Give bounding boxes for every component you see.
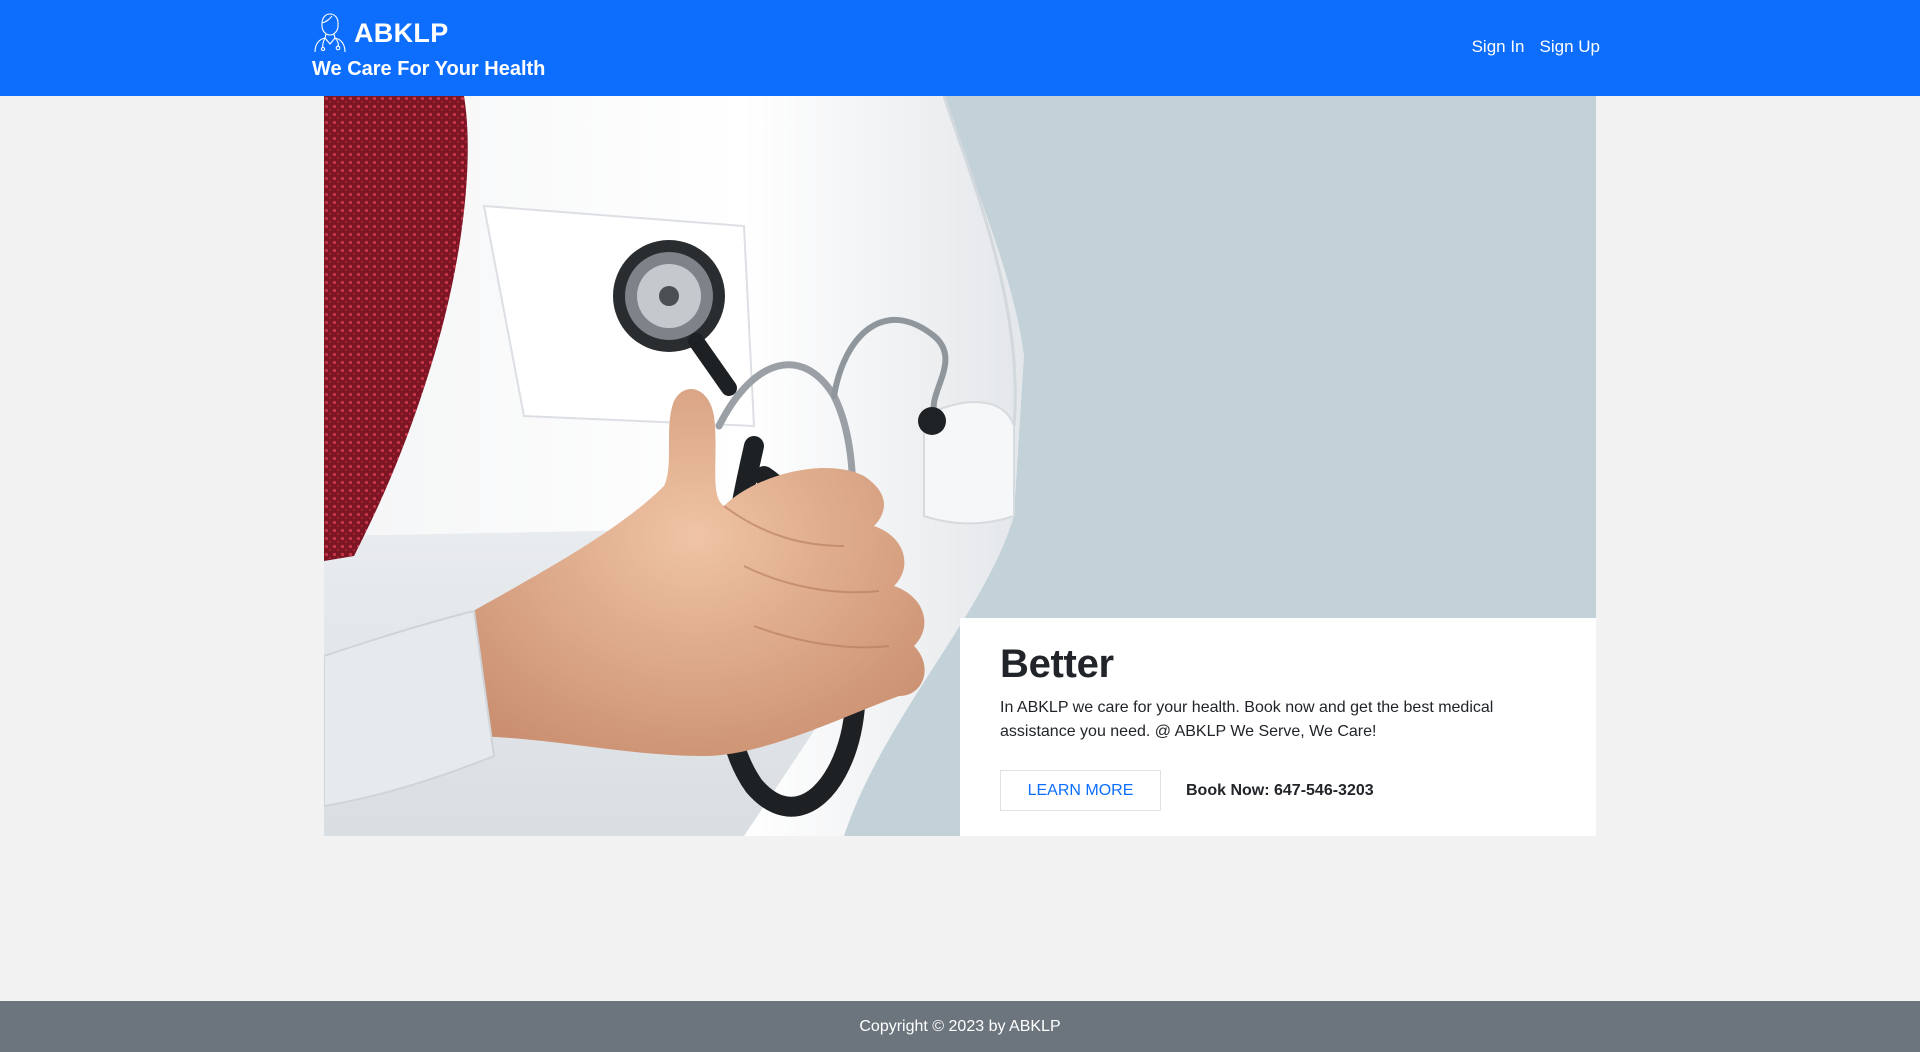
copyright-text: Copyright © 2023 by ABKLP: [859, 1017, 1061, 1035]
doctor-outline-icon: [314, 13, 346, 53]
footer: Copyright © 2023 by ABKLP: [0, 1001, 1920, 1052]
card-description: In ABKLP we care for your health. Book n…: [1000, 699, 1494, 740]
sign-up-link[interactable]: Sign Up: [1540, 37, 1600, 57]
learn-more-button[interactable]: LEARN MORE: [1000, 770, 1161, 811]
nav-links: Sign In Sign Up: [1472, 37, 1600, 57]
brand[interactable]: ABKLP We Care For Your Health: [312, 11, 545, 81]
top-navbar: ABKLP We Care For Your Health Sign In Si…: [0, 0, 1920, 96]
book-now-phone: Book Now: 647-546-3203: [1186, 781, 1374, 799]
card-title: Better: [1000, 642, 1114, 686]
brand-row: ABKLP: [312, 11, 545, 55]
brand-name: ABKLP: [354, 17, 449, 48]
sign-in-link[interactable]: Sign In: [1472, 37, 1525, 57]
card-actions: LEARN MORE Book Now: 647-546-3203: [1000, 770, 1568, 811]
hero-section: Better In ABKLP we care for your health.…: [324, 96, 1596, 836]
brand-tagline: We Care For Your Health: [312, 58, 546, 80]
hero-info-card: Better In ABKLP we care for your health.…: [960, 618, 1596, 836]
